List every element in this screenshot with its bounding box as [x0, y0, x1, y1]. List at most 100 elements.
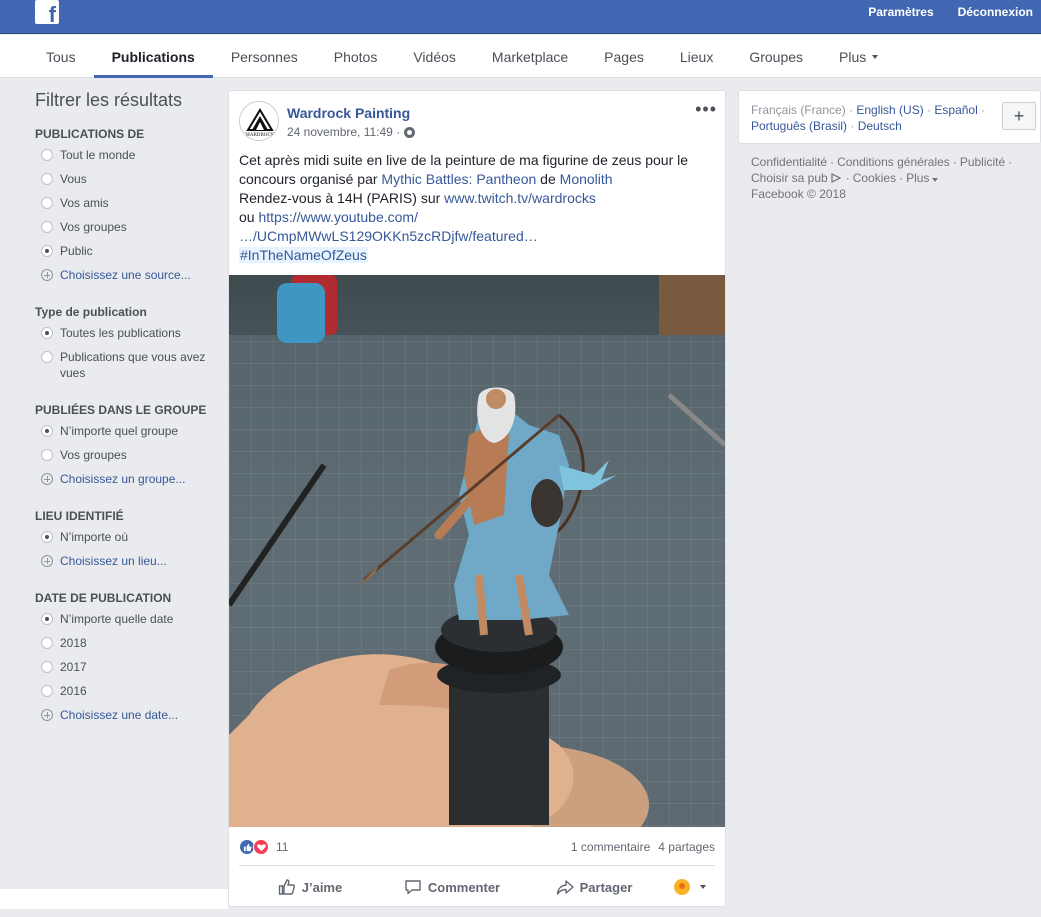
- filter-option[interactable]: 2018: [41, 635, 215, 651]
- post-author-name[interactable]: Wardrock Painting: [287, 105, 410, 121]
- footer-link[interactable]: Cookies: [853, 171, 896, 185]
- plus-circle-icon: [41, 709, 53, 721]
- footer-link[interactable]: Choisir sa pub: [751, 171, 828, 185]
- footer-links: Confidentialité · Conditions générales · Pub…: [751, 155, 1013, 201]
- reaction-icons[interactable]: [239, 839, 269, 855]
- caret-down-icon: [700, 885, 706, 889]
- tab-videos[interactable]: Vidéos: [395, 35, 474, 78]
- filter-option[interactable]: Toutes les publications: [41, 325, 215, 341]
- choose-date-link[interactable]: Choisissez une date...: [41, 707, 215, 723]
- radio-icon: [41, 221, 53, 233]
- filter-option[interactable]: Publications que vous avez vues: [41, 349, 215, 381]
- current-language: Français (France): [751, 103, 846, 117]
- tab-personnes[interactable]: Personnes: [213, 35, 316, 78]
- footer-link[interactable]: Publicité: [960, 155, 1005, 169]
- top-right-links: Paramètres Déconnexion: [868, 5, 1033, 19]
- radio-icon: [41, 173, 53, 185]
- filter-option[interactable]: Vos groupes: [41, 219, 215, 235]
- language-link[interactable]: Deutsch: [858, 119, 902, 133]
- reaction-selector-icon: [674, 879, 690, 895]
- plus-circle-icon: [41, 269, 53, 281]
- radio-icon: [41, 637, 53, 649]
- filter-option[interactable]: 2016: [41, 683, 215, 699]
- share-button[interactable]: Partager: [523, 878, 665, 896]
- tab-lieux[interactable]: Lieux: [662, 35, 731, 78]
- love-reaction-icon: [253, 839, 269, 855]
- add-language-button[interactable]: +: [1002, 102, 1036, 130]
- language-box: Français (France) · English (US) · Españ…: [738, 90, 1041, 144]
- filter-section-title: Type de publication: [35, 305, 147, 319]
- radio-checked-icon: [41, 327, 53, 339]
- filter-option[interactable]: 2017: [41, 659, 215, 675]
- tab-groupes[interactable]: Groupes: [731, 35, 821, 78]
- search-tab-bar: Tous Publications Personnes Photos Vidéo…: [0, 35, 1041, 78]
- adchoices-icon[interactable]: [830, 173, 842, 183]
- mythic-battles-link[interactable]: Mythic Battles: Pantheon: [381, 171, 536, 187]
- tab-pages[interactable]: Pages: [586, 35, 662, 78]
- footer-link[interactable]: Conditions générales: [837, 155, 950, 169]
- footer-link[interactable]: Plus: [906, 171, 929, 185]
- footer-link[interactable]: Confidentialité: [751, 155, 827, 169]
- filter-option[interactable]: Vos groupes: [41, 447, 215, 463]
- radio-checked-icon: [41, 245, 53, 257]
- filter-option[interactable]: Vos amis: [41, 195, 215, 211]
- like-button[interactable]: J’aime: [239, 878, 381, 896]
- radio-checked-icon: [41, 613, 53, 625]
- choose-place-link[interactable]: Choisissez un lieu...: [41, 553, 215, 569]
- choose-source-link[interactable]: Choisissez une source...: [41, 267, 215, 283]
- plus-circle-icon: [41, 555, 53, 567]
- tab-tous[interactable]: Tous: [28, 35, 94, 78]
- comment-button[interactable]: Commenter: [381, 878, 523, 896]
- divider: [239, 865, 715, 866]
- language-list: Français (France) · English (US) · Españ…: [751, 103, 986, 133]
- twitch-link[interactable]: www.twitch.tv/wardrocks: [444, 190, 596, 206]
- copyright: Facebook © 2018: [751, 187, 846, 201]
- reactions-count[interactable]: 11: [276, 840, 288, 854]
- thumbs-up-icon: [278, 879, 295, 895]
- shares-count[interactable]: 4 partages: [658, 840, 715, 854]
- filter-option[interactable]: Tout le monde: [41, 147, 215, 163]
- radio-icon: [41, 149, 53, 161]
- radio-icon: [41, 661, 53, 673]
- reactions-bar: 11 1 commentaire 4 partages: [239, 837, 715, 857]
- comments-count[interactable]: 1 commentaire: [571, 840, 650, 854]
- hashtag-link[interactable]: #InTheNameOfZeus: [239, 247, 368, 263]
- settings-link[interactable]: Paramètres: [868, 5, 933, 19]
- post-options-icon[interactable]: •••: [695, 99, 717, 120]
- post-date[interactable]: 24 novembre, 11:49 ·: [287, 125, 400, 139]
- radio-icon: [41, 449, 53, 461]
- filter-option[interactable]: N’importe quel groupe: [41, 423, 215, 439]
- youtube-link-continued[interactable]: …/UCmpMWwLS129OKKn5zcRDjfw/featured…: [239, 228, 538, 244]
- filter-option[interactable]: Public: [41, 243, 215, 259]
- post-photo[interactable]: [229, 275, 725, 827]
- author-avatar[interactable]: WARDROCK: [239, 101, 279, 141]
- monolith-link[interactable]: Monolith: [560, 171, 613, 187]
- tab-plus[interactable]: Plus: [821, 35, 896, 78]
- filter-option[interactable]: Vous: [41, 171, 215, 187]
- language-link[interactable]: English (US): [856, 103, 923, 117]
- wardrock-logo-icon: WARDROCK: [240, 102, 278, 140]
- youtube-link[interactable]: https://www.youtube.com/: [258, 209, 418, 225]
- caret-down-icon: [872, 54, 879, 59]
- language-link[interactable]: Português (Brasil): [751, 119, 847, 133]
- search-tabs: Tous Publications Personnes Photos Vidéo…: [28, 35, 896, 78]
- filter-option[interactable]: N’importe où: [41, 529, 215, 545]
- filter-option[interactable]: N’importe quelle date: [41, 611, 215, 627]
- choose-group-link[interactable]: Choisissez un groupe...: [41, 471, 215, 487]
- facebook-logo-icon[interactable]: f: [35, 0, 59, 26]
- filter-section-title: LIEU IDENTIFIÉ: [35, 509, 124, 523]
- tab-marketplace[interactable]: Marketplace: [474, 35, 586, 78]
- filters-title: Filtrer les résultats: [35, 90, 183, 110]
- filter-section-title: PUBLICATIONS DE: [35, 127, 145, 141]
- tab-publications[interactable]: Publications: [93, 35, 214, 78]
- filters-panel: Filtrer les résultats PUBLICATIONS DE To…: [35, 90, 215, 731]
- post-actions: J’aime Commenter Partager: [239, 869, 715, 905]
- share-icon: [556, 880, 574, 895]
- post-text: Cet après midi suite en live de la peint…: [239, 152, 689, 263]
- language-link[interactable]: Español: [934, 103, 977, 117]
- caret-down-icon: [932, 178, 939, 182]
- plus-circle-icon: [41, 473, 53, 485]
- logout-link[interactable]: Déconnexion: [958, 5, 1033, 19]
- tab-photos[interactable]: Photos: [316, 35, 396, 78]
- reaction-picker[interactable]: [665, 879, 715, 895]
